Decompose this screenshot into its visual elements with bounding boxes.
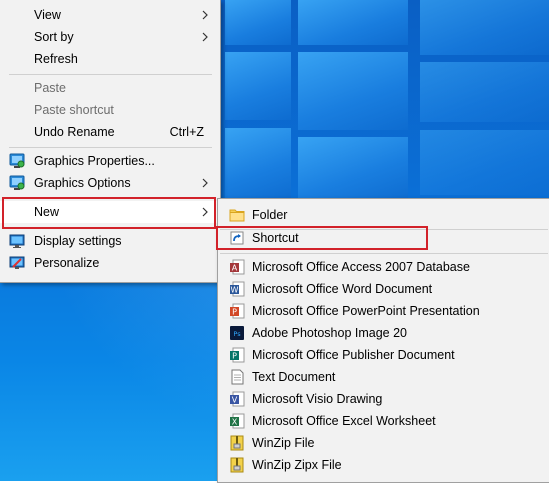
publisher-icon: P (230, 347, 245, 363)
menu-item-graphics-options[interactable]: Graphics Options (0, 172, 220, 194)
submenu-item-word-document[interactable]: W Microsoft Office Word Document (218, 278, 549, 300)
winzip-zipx-icon (230, 457, 244, 473)
menu-item-personalize[interactable]: Personalize (0, 252, 220, 274)
svg-text:V: V (232, 396, 238, 405)
windows-logo-pane (298, 52, 408, 130)
menu-separator (9, 74, 212, 75)
windows-logo-pane (225, 128, 291, 198)
menu-separator (9, 227, 212, 228)
menu-item-paste-shortcut[interactable]: Paste shortcut (0, 99, 220, 121)
submenu-item-label: Microsoft Visio Drawing (252, 392, 383, 406)
personalize-icon (9, 256, 25, 269)
submenu-item-visio-drawing[interactable]: V Microsoft Visio Drawing (218, 388, 549, 410)
windows-logo-pane (298, 137, 408, 199)
submenu-item-folder[interactable]: Folder (218, 204, 549, 226)
menu-separator (9, 147, 212, 148)
windows-logo-pane (420, 0, 549, 55)
submenu-item-access-database[interactable]: A Microsoft Office Access 2007 Database (218, 256, 549, 278)
access-icon: A (230, 259, 245, 275)
winzip-icon (230, 435, 244, 451)
menu-item-view[interactable]: View (0, 4, 220, 26)
chevron-right-icon (202, 178, 208, 188)
svg-text:X: X (232, 418, 238, 427)
submenu-item-shortcut[interactable]: Shortcut (218, 227, 549, 249)
menu-item-label: Graphics Options (34, 176, 131, 190)
menu-item-sort-by[interactable]: Sort by (0, 26, 220, 48)
submenu-item-publisher-document[interactable]: P Microsoft Office Publisher Document (218, 344, 549, 366)
menu-item-label: Personalize (34, 256, 100, 270)
submenu-item-excel-worksheet[interactable]: X Microsoft Office Excel Worksheet (218, 410, 549, 432)
menu-item-undo-rename[interactable]: Undo Rename Ctrl+Z (0, 121, 220, 143)
svg-text:P: P (232, 352, 237, 361)
visio-icon: V (230, 391, 245, 407)
menu-item-label: Undo Rename (34, 125, 115, 139)
chevron-right-icon (202, 32, 208, 42)
shortcut-key-label: Ctrl+Z (169, 125, 204, 139)
submenu-item-label: Microsoft Office Excel Worksheet (252, 414, 436, 428)
menu-separator (9, 197, 212, 198)
display-icon (9, 234, 25, 248)
submenu-item-label: Folder (252, 208, 288, 222)
submenu-item-text-document[interactable]: Text Document (218, 366, 549, 388)
svg-text:A: A (232, 264, 238, 273)
windows-logo-pane (298, 0, 408, 45)
menu-item-label: New (34, 205, 60, 219)
windows-logo-pane (420, 62, 549, 122)
new-submenu: Folder Shortcut A Microsoft Office Acces… (217, 198, 549, 483)
submenu-item-photoshop-image[interactable]: Ps Adobe Photoshop Image 20 (218, 322, 549, 344)
word-icon: W (230, 281, 245, 297)
graphics-icon (9, 175, 25, 190)
submenu-item-winzip-file[interactable]: WinZip File (218, 432, 549, 454)
menu-item-label: View (34, 8, 61, 22)
menu-item-new[interactable]: New (0, 201, 220, 223)
svg-text:W: W (231, 286, 239, 295)
menu-item-refresh[interactable]: Refresh (0, 48, 220, 70)
windows-logo-pane (225, 0, 291, 45)
svg-text:Ps: Ps (233, 330, 241, 338)
submenu-item-powerpoint-presentation[interactable]: P Microsoft Office PowerPoint Presentati… (218, 300, 549, 322)
submenu-item-label: WinZip Zipx File (252, 458, 342, 472)
menu-separator (220, 253, 548, 254)
submenu-item-label: Microsoft Office PowerPoint Presentation (252, 304, 480, 318)
submenu-item-label: Microsoft Office Word Document (252, 282, 433, 296)
submenu-item-label: WinZip File (252, 436, 315, 450)
windows-logo-pane (225, 52, 291, 120)
menu-item-label: Paste shortcut (34, 103, 114, 117)
submenu-item-winzip-zipx-file[interactable]: WinZip Zipx File (218, 454, 549, 476)
menu-item-paste[interactable]: Paste (0, 77, 220, 99)
menu-item-graphics-properties[interactable]: Graphics Properties... (0, 150, 220, 172)
svg-text:P: P (232, 308, 237, 317)
menu-item-label: Sort by (34, 30, 74, 44)
text-document-icon (231, 369, 244, 385)
chevron-right-icon (202, 207, 208, 217)
submenu-item-label: Adobe Photoshop Image 20 (252, 326, 407, 340)
chevron-right-icon (202, 10, 208, 20)
menu-item-label: Display settings (34, 234, 122, 248)
powerpoint-icon: P (230, 303, 245, 319)
submenu-item-label: Microsoft Office Access 2007 Database (252, 260, 470, 274)
graphics-icon (9, 153, 25, 168)
submenu-item-label: Microsoft Office Publisher Document (252, 348, 455, 362)
photoshop-icon: Ps (230, 326, 244, 340)
menu-item-label: Paste (34, 81, 66, 95)
submenu-item-label: Text Document (252, 370, 336, 384)
menu-item-label: Refresh (34, 52, 78, 66)
folder-icon (229, 209, 245, 222)
desktop-context-menu: View Sort by Refresh Paste Paste shortcu… (0, 0, 221, 283)
windows-logo-pane (420, 130, 549, 195)
menu-item-display-settings[interactable]: Display settings (0, 230, 220, 252)
menu-item-label: Graphics Properties... (34, 154, 155, 168)
excel-icon: X (230, 413, 245, 429)
shortcut-icon (230, 231, 244, 245)
submenu-item-label: Shortcut (252, 231, 299, 245)
